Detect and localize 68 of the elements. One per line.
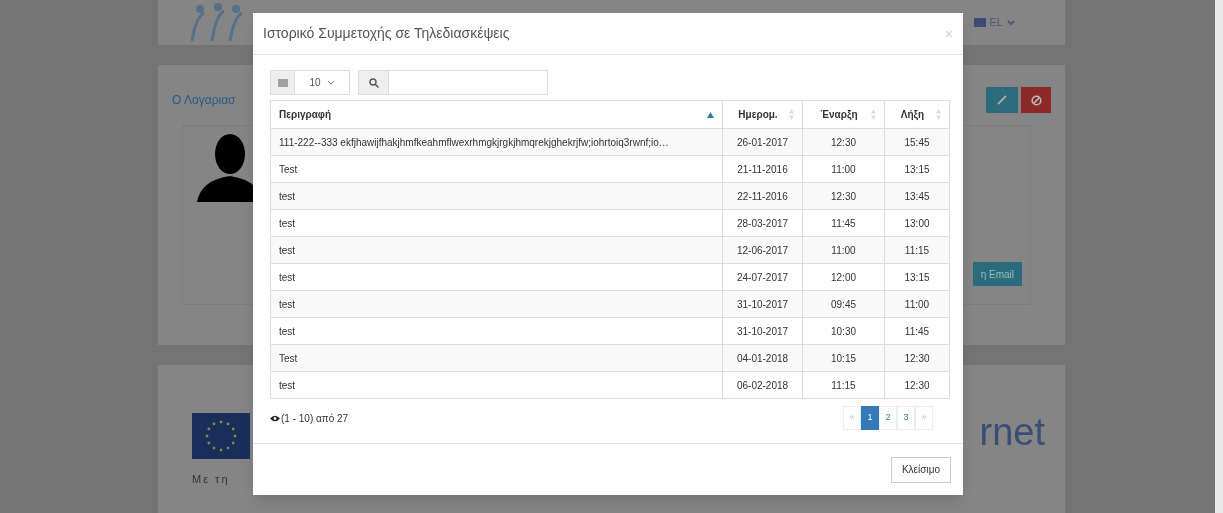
table-cell: 28-03-2017 [722, 209, 803, 237]
table-cell: 11:00 [802, 155, 885, 183]
table-cell: test [270, 371, 723, 399]
sort-icon [936, 109, 941, 120]
eu-flag-icon [192, 413, 250, 459]
modal-title: Ιστορικό Συμμετοχής σε Τηλεδιασκέψεις [263, 24, 510, 43]
column-header[interactable]: Έναρξη [802, 100, 885, 129]
edit-button[interactable] [986, 87, 1018, 113]
table-cell: 10:30 [802, 317, 885, 345]
column-header[interactable]: Λήξη [884, 100, 950, 129]
search-icon [368, 77, 379, 88]
page-button[interactable]: 2 [879, 406, 897, 430]
table-cell: 11:00 [802, 236, 885, 264]
table-cell: 13:15 [884, 263, 950, 291]
table-cell: 12:30 [884, 371, 950, 399]
table-cell: 22-11-2016 [722, 182, 803, 210]
page-button[interactable]: 3 [897, 406, 915, 430]
table-cell: 11:45 [884, 317, 950, 345]
table-cell: 11:00 [884, 290, 950, 318]
table-cell: test [270, 263, 723, 291]
table-cell: test [270, 236, 723, 264]
table-cell: 11:15 [802, 371, 885, 399]
table-cell: 31-10-2017 [722, 317, 803, 345]
table-cell: test [270, 182, 723, 210]
table-cell: 12:30 [802, 182, 885, 210]
table-cell: 12:30 [884, 344, 950, 372]
close-modal-button[interactable]: Κλείσιμο [890, 456, 951, 483]
table-cell: 12-06-2017 [722, 236, 803, 264]
sort-icon [871, 109, 876, 120]
table-cell: Test [270, 155, 723, 183]
table-cell: 13:15 [884, 155, 950, 183]
account-title: Ο Λογαριασ [172, 92, 236, 109]
table-cell: 15:45 [884, 128, 950, 156]
caret-icon [1007, 19, 1015, 26]
table-cell: test [270, 290, 723, 318]
records-info: (1 - 10) από 27 [281, 411, 349, 426]
table-cell: 11:45 [802, 209, 885, 237]
column-header[interactable]: Ημερομ. [722, 100, 803, 129]
table-cell: 11:15 [884, 236, 950, 264]
table-cell: 06-02-2018 [722, 371, 803, 399]
table-cell: test [270, 317, 723, 345]
table-cell: 13:00 [884, 209, 950, 237]
table-cell: 12:30 [802, 128, 885, 156]
email-button[interactable]: η Email [972, 262, 1022, 286]
funding-text: Με τη [192, 472, 231, 487]
eye-icon [270, 414, 280, 422]
table-cell: 31-10-2017 [722, 290, 803, 318]
table-cell: 04-01-2018 [722, 344, 803, 372]
table-cell: 26-01-2017 [722, 128, 803, 156]
ban-icon [1030, 94, 1042, 106]
table-cell: test [270, 209, 723, 237]
sort-ascending-icon [707, 111, 714, 118]
table-cell: Test [270, 344, 723, 372]
partner-logo-text: rnet [979, 413, 1045, 455]
table-cell: 111-222--333 ekfjhawijfhakjhmfkeahmflwexrhmgkjrgkjhmqrekjghekrjfw;iohrtoiq3rwnf;io… [270, 128, 723, 156]
table-cell: 24-07-2017 [722, 263, 803, 291]
table-cell: 09:45 [802, 290, 885, 318]
table-cell: 21-11-2016 [722, 155, 803, 183]
table-cell: 12:00 [802, 263, 885, 291]
flag-icon [973, 18, 986, 27]
page-button[interactable]: 1 [861, 406, 879, 430]
column-header[interactable]: Περιγραφή [270, 100, 723, 129]
sort-icon [789, 109, 794, 120]
pencil-icon [997, 95, 1007, 105]
disable-button[interactable] [1021, 87, 1051, 113]
search-field[interactable] [358, 70, 548, 95]
table-cell: 10:15 [802, 344, 885, 372]
table-cell: 13:45 [884, 182, 950, 210]
